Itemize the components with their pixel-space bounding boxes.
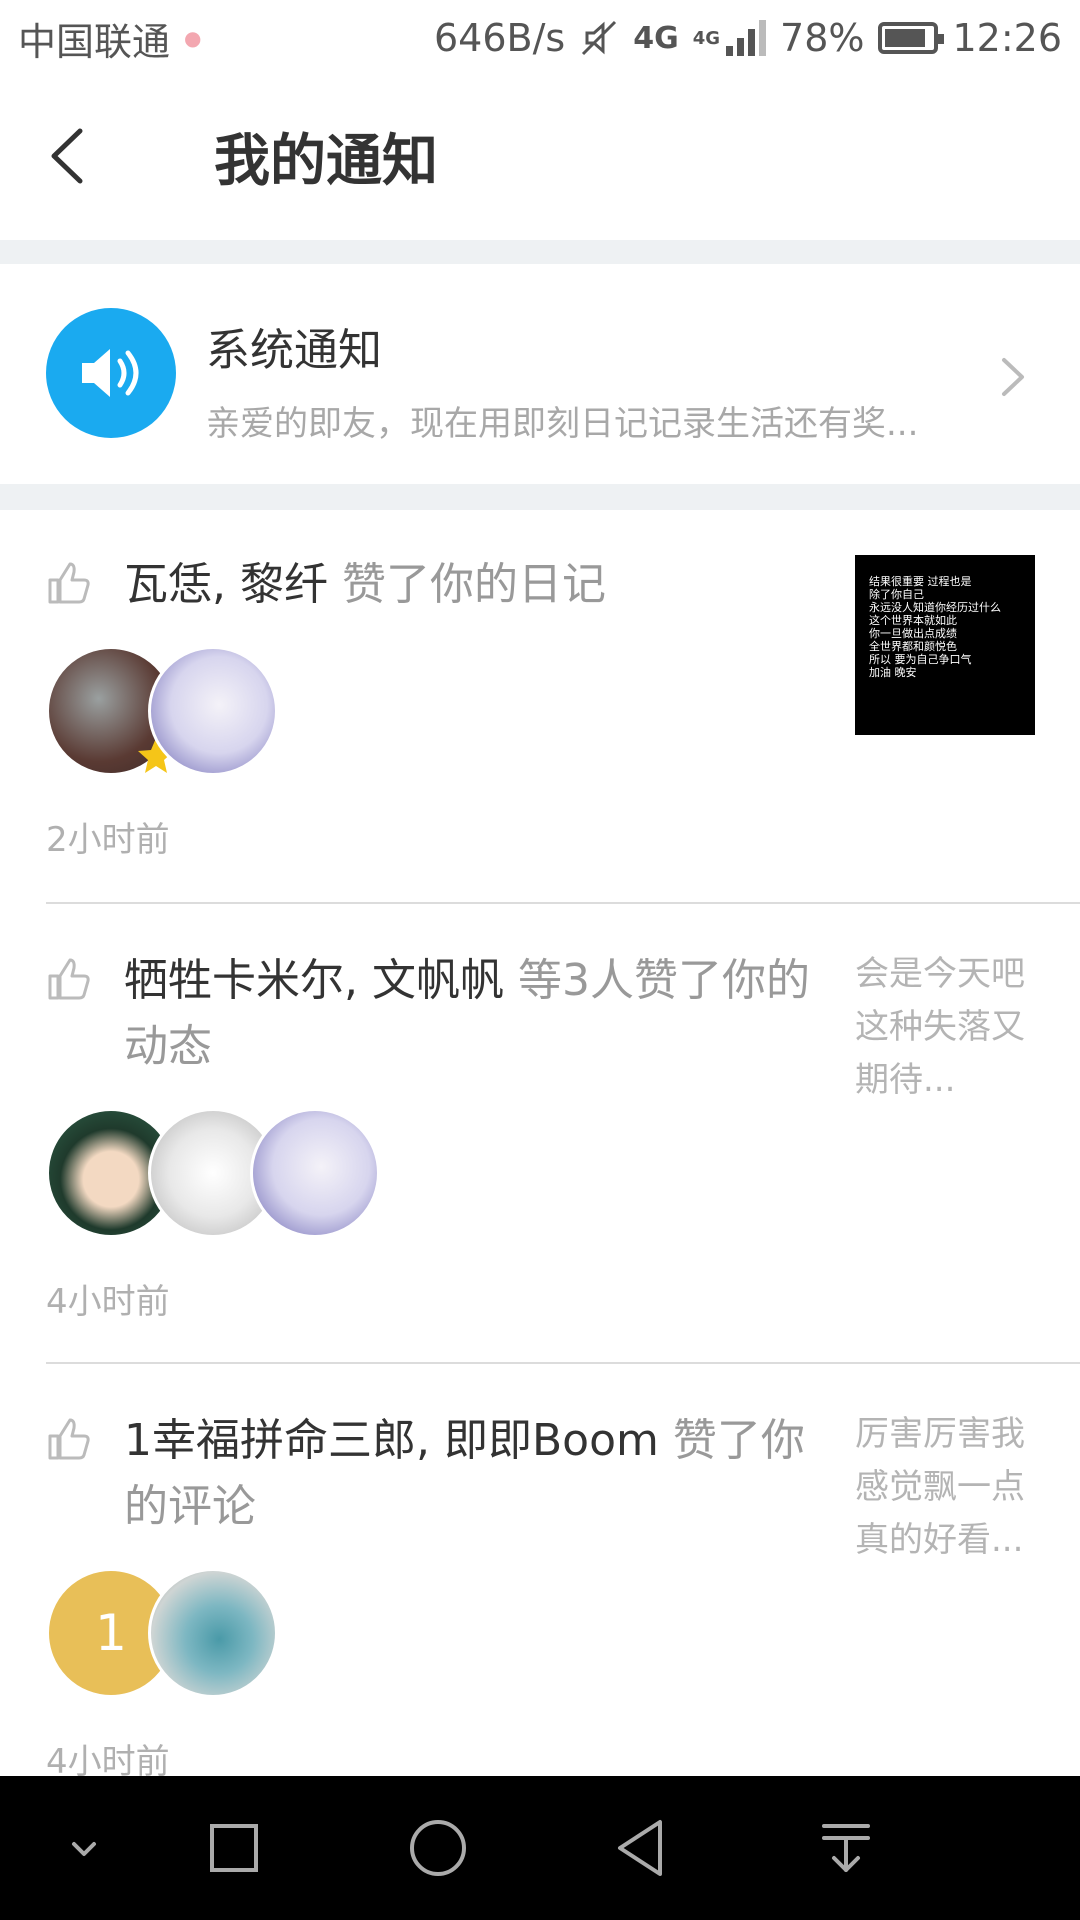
notification-text: 瓦恁, 黎纤 赞了你的日记	[124, 552, 814, 618]
notification-dot-icon: ●	[184, 26, 202, 50]
list-item[interactable]: 牺牲卡米尔, 文帆帆 等3人赞了你的动态 会是今天吧这种失落又期待... 4小时…	[0, 904, 1080, 1362]
section-divider	[0, 484, 1080, 510]
thumbs-up-icon	[48, 562, 90, 604]
post-preview-text[interactable]: 会是今天吧这种失落又期待...	[855, 948, 1040, 1107]
signal-icon	[726, 20, 767, 56]
top-bar: 我的通知	[0, 76, 1080, 240]
section-divider	[0, 240, 1080, 264]
back-arrow-icon[interactable]	[40, 126, 100, 186]
page-title: 我的通知	[214, 129, 438, 194]
back-triangle-icon[interactable]	[606, 1812, 678, 1884]
chevron-down-icon[interactable]	[48, 1812, 120, 1884]
notification-time: 4小时前	[46, 1282, 170, 1322]
diary-preview-image[interactable]: 结果很重要 过程也是 除了你自己 永远没人知道你经历过什么 这个世界本就如此 你…	[855, 555, 1035, 735]
pull-down-notifications-icon[interactable]	[810, 1812, 882, 1884]
notification-text: 牺牲卡米尔, 文帆帆 等3人赞了你的动态	[124, 948, 814, 1080]
avatar[interactable]	[148, 646, 278, 776]
liker-names[interactable]: 1幸福拼命三郎, 即即Boom	[124, 1415, 659, 1466]
network-type: 4G	[633, 20, 679, 56]
system-notice-row[interactable]: 系统通知 亲爱的即友，现在用即刻日记记录生活还有奖...	[0, 264, 1080, 484]
carrier-label: 中国联通	[18, 19, 171, 64]
chevron-right-icon	[1002, 358, 1024, 396]
network-type-small: 4G	[692, 27, 721, 49]
list-item[interactable]: 瓦恁, 黎纤 赞了你的日记 结果很重要 过程也是 除了你自己 永远没人知道你经历…	[0, 510, 1080, 902]
comment-preview-text[interactable]: 厉害厉害我感觉飘一点真的好看...	[855, 1408, 1040, 1567]
avatar-group: 1	[46, 1568, 346, 1698]
system-nav-bar	[0, 1776, 1080, 1920]
liker-names[interactable]: 瓦恁, 黎纤	[124, 559, 328, 610]
thumbs-up-icon	[48, 958, 90, 1000]
notification-action: 赞了你的日记	[327, 559, 606, 610]
home-icon[interactable]	[402, 1812, 474, 1884]
avatar-group	[46, 1108, 386, 1238]
recent-apps-icon[interactable]	[198, 1812, 270, 1884]
notification-text: 1幸福拼命三郎, 即即Boom 赞了你的评论	[124, 1408, 814, 1540]
mute-icon	[582, 20, 617, 56]
system-notice-title: 系统通知	[206, 325, 382, 376]
avatar[interactable]	[250, 1108, 380, 1238]
avatar-group	[46, 646, 346, 776]
status-bar: 中国联通 ● 646B/s 4G 4G 78% 12:26	[0, 0, 1080, 76]
thumbs-up-icon	[48, 1418, 90, 1460]
network-speed: 646B/s	[434, 16, 566, 60]
battery-percent: 78%	[780, 16, 865, 60]
speaker-icon	[46, 308, 176, 438]
avatar[interactable]	[148, 1568, 278, 1698]
notification-time: 2小时前	[46, 820, 170, 860]
list-item[interactable]: 1幸福拼命三郎, 即即Boom 赞了你的评论 厉害厉害我感觉飘一点真的好看...…	[0, 1364, 1080, 1782]
system-notice-description: 亲爱的即友，现在用即刻日记记录生活还有奖...	[206, 404, 919, 444]
clock: 12:26	[952, 16, 1062, 60]
liker-names[interactable]: 牺牲卡米尔, 文帆帆	[124, 955, 504, 1006]
battery-icon	[878, 22, 945, 54]
